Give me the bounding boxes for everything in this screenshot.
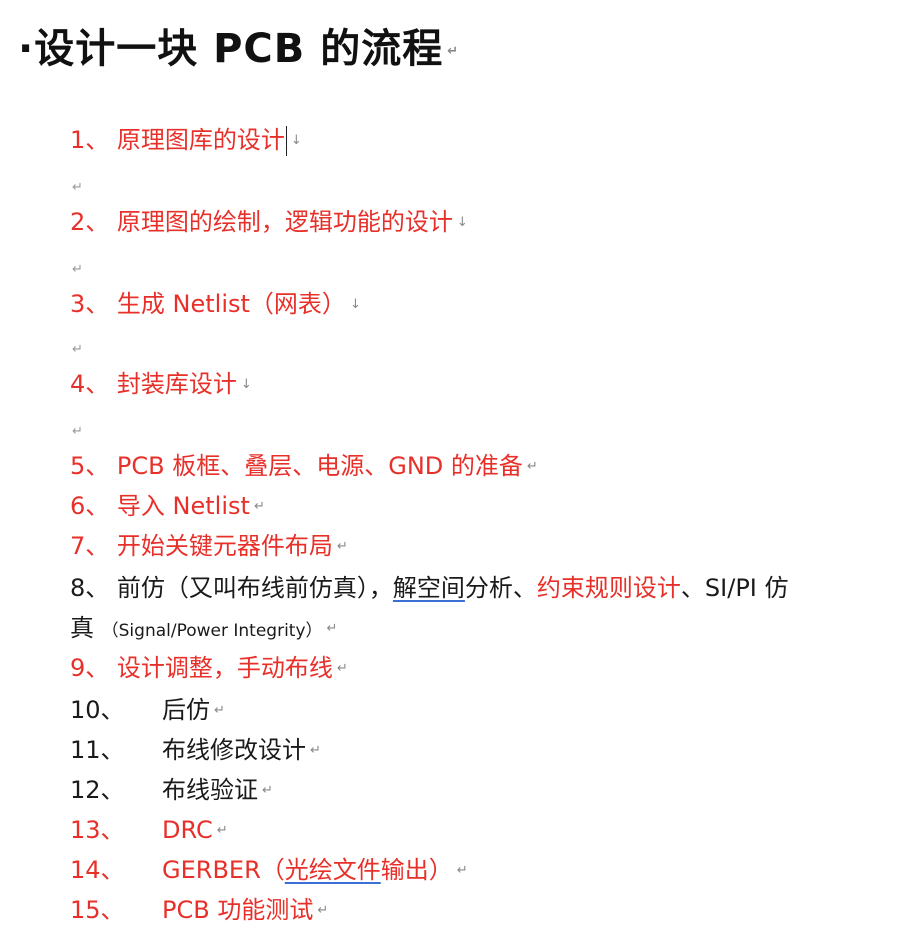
step-text: DRC [162, 816, 213, 844]
step-7: 7、 开始关键元器件布局 ↵ [70, 530, 348, 563]
step-number: 14、 [70, 856, 125, 884]
step-text-part: 输出） [380, 856, 453, 884]
step-text: 布线验证 [162, 776, 258, 804]
step-number: 6、 [70, 492, 110, 520]
step-text: 设计调整，手动布线 [116, 654, 333, 682]
step-4: 4、 封装库设计 ↓ [70, 368, 252, 401]
step-text: 原理图库的设计 [116, 126, 285, 154]
step-2: 2、 原理图的绘制，逻辑功能的设计 ↓ [70, 206, 468, 239]
paragraph-mark: ↵ [456, 863, 468, 878]
step-11: 11、 布线修改设计 ↵ [70, 734, 321, 767]
document-page[interactable]: ·设计一块 PCB 的流程 ↵ 1、 原理图库的设计 ↓ ↵ 2、 原理图的绘制，逻… [0, 0, 900, 934]
paragraph-mark: ↵ [336, 539, 348, 554]
paragraph-mark: ↵ [262, 783, 273, 798]
paragraph-mark: ↓ [349, 297, 361, 312]
step-text-part: 前仿（又叫布线前仿真）， [116, 574, 393, 602]
step-number: 7、 [70, 532, 110, 560]
step-text: 封装库设计 [116, 370, 237, 398]
step-number: 2、 [70, 208, 110, 236]
step-9: 9、 设计调整，手动布线 ↵ [70, 652, 348, 685]
step-text: 生成 Netlist（网表） [116, 290, 346, 318]
empty-paragraph-mark: ↵ [72, 424, 83, 439]
step-number: 3、 [70, 290, 110, 318]
doc-title-text: ·设计一块 PCB 的流程 [18, 26, 444, 72]
step-text: 布线修改设计 [162, 736, 306, 764]
step-number: 11、 [70, 736, 125, 764]
step-text-underlined: 解空间 [392, 574, 465, 602]
step-text-part: GERBER（ [162, 856, 285, 884]
step-text-small: （Signal/Power Integrity） [101, 621, 323, 641]
paragraph-mark: ↓ [456, 215, 468, 230]
step-number: 4、 [70, 370, 110, 398]
step-14: 14、 GERBER（光绘文件输出） ↵ [70, 854, 468, 887]
step-text: 后仿 [162, 696, 210, 724]
paragraph-mark: ↵ [447, 43, 460, 59]
step-text: PCB 板框、叠层、电源、GND 的准备 [116, 452, 523, 480]
step-text-underlined: 光绘文件 [284, 856, 381, 884]
step-1: 1、 原理图库的设计 ↓ [70, 124, 302, 157]
step-15: 15、 PCB 功能测试 ↵ [70, 894, 328, 927]
step-5: 5、 PCB 板框、叠层、电源、GND 的准备 ↵ [70, 450, 538, 483]
step-text: 导入 Netlist [116, 492, 250, 520]
paragraph-mark: ↵ [214, 703, 225, 718]
step-number: 9、 [70, 654, 110, 682]
step-12: 12、 布线验证 ↵ [70, 774, 273, 807]
step-text: 开始关键元器件布局 [116, 532, 333, 560]
paragraph-mark: ↓ [240, 377, 252, 392]
step-8-continued: 真 （Signal/Power Integrity） ↵ [70, 612, 337, 647]
paragraph-mark: ↵ [317, 903, 329, 918]
step-number: 12、 [70, 776, 125, 804]
paragraph-mark: ↓ [290, 133, 302, 148]
paragraph-mark: ↵ [216, 823, 228, 838]
paragraph-mark: ↵ [526, 459, 538, 474]
step-3: 3、 生成 Netlist（网表） ↓ [70, 288, 361, 321]
step-text-part: 分析、 [464, 574, 537, 602]
step-text-highlight: 约束规则设计 [536, 574, 681, 602]
step-number: 1、 [70, 126, 110, 154]
step-text-part: 真 [70, 614, 94, 642]
text-cursor [285, 126, 287, 156]
step-10: 10、 后仿 ↵ [70, 694, 225, 727]
step-13: 13、 DRC ↵ [70, 814, 228, 847]
step-number: 13、 [70, 816, 125, 844]
doc-title: ·设计一块 PCB 的流程 ↵ [18, 16, 459, 74]
empty-paragraph-mark: ↵ [72, 180, 83, 195]
step-text: 原理图的绘制，逻辑功能的设计 [116, 208, 453, 236]
paragraph-mark: ↵ [310, 743, 321, 758]
step-8: 8、 前仿（又叫布线前仿真），解空间分析、约束规则设计、SI/PI 仿 [70, 572, 789, 604]
paragraph-mark: ↵ [336, 661, 348, 676]
paragraph-mark: ↵ [253, 499, 265, 514]
empty-paragraph-mark: ↵ [72, 262, 83, 277]
step-number: 10、 [70, 696, 125, 724]
step-number: 5、 [70, 452, 110, 480]
empty-paragraph-mark: ↵ [72, 342, 83, 357]
step-text-part: 、SI/PI 仿 [680, 574, 789, 602]
step-6: 6、 导入 Netlist ↵ [70, 490, 265, 523]
step-text: PCB 功能测试 [162, 896, 314, 924]
paragraph-mark: ↵ [326, 621, 338, 636]
step-number: 15、 [70, 896, 125, 924]
step-number: 8、 [70, 574, 110, 602]
